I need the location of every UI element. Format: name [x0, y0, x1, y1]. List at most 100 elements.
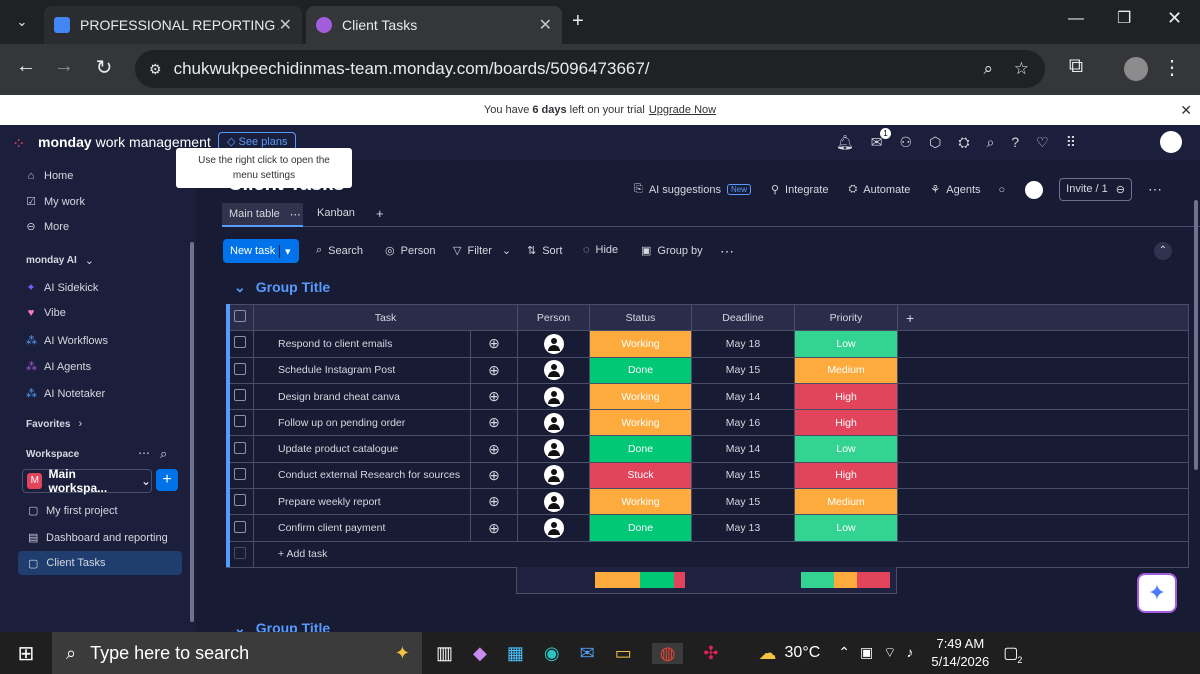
zoom-icon[interactable]: ⌕	[983, 59, 993, 79]
sidebar-item-vibe[interactable]: ♥ Vibe	[26, 307, 66, 319]
search-icon[interactable]: ⌕	[987, 134, 995, 151]
priority-cell[interactable]: Low	[794, 330, 898, 358]
sidebar-item-home[interactable]: ⌂ Home	[26, 170, 74, 182]
row-select-cell[interactable]	[226, 330, 254, 358]
group-header[interactable]: ⌄ Group Title	[234, 279, 330, 296]
person-cell[interactable]	[517, 330, 590, 358]
priority-cell[interactable]: Medium	[794, 356, 898, 384]
row-checkbox[interactable]	[234, 336, 246, 349]
back-icon[interactable]: ←	[12, 55, 40, 78]
deadline-cell[interactable]: May 15	[691, 461, 795, 490]
board-menu-icon[interactable]: ⋯	[1148, 181, 1162, 198]
status-cell[interactable]: Working	[589, 488, 692, 516]
priority-cell[interactable]: Low	[794, 435, 898, 463]
table-row[interactable]: Schedule Instagram Post ⊕ Done May 15 Medium	[226, 356, 1189, 384]
add-column-button[interactable]: +	[897, 303, 1189, 332]
add-task-input[interactable]: + Add task	[253, 540, 1189, 568]
bell-icon[interactable]: 🔔︎	[836, 134, 854, 151]
filter-button[interactable]: ▽ Filter ⌄	[453, 244, 511, 258]
automate-button[interactable]: Automate	[863, 184, 910, 196]
reload-icon[interactable]: ↻	[90, 55, 118, 80]
task-name[interactable]: Update product catalogue	[253, 435, 471, 463]
status-cell[interactable]: Done	[589, 356, 692, 384]
status-cell[interactable]: Done	[589, 514, 692, 542]
upgrade-link[interactable]: Upgrade Now	[649, 104, 716, 116]
integrate-button[interactable]: Integrate	[785, 184, 828, 196]
add-update-icon[interactable]: ⊕	[470, 514, 518, 542]
tab-docs[interactable]: PROFESSIONAL REPORTING AN ✕	[44, 6, 302, 44]
task-name[interactable]: Confirm client payment	[253, 514, 471, 542]
search-button[interactable]: ⌕ Search	[316, 244, 363, 257]
taskbar-search[interactable]: ⌕ Type here to search ✦	[52, 632, 422, 674]
add-update-icon[interactable]: ⊕	[470, 330, 518, 358]
task-name[interactable]: Conduct external Research for sources	[253, 461, 471, 490]
favorites-header[interactable]: Favorites ›	[26, 418, 82, 430]
column-deadline[interactable]: Deadline	[691, 303, 795, 332]
row-select-cell[interactable]	[226, 488, 254, 516]
status-cell[interactable]: Working	[589, 330, 692, 358]
table-row[interactable]: Conduct external Research for sources ⊕ St…	[226, 461, 1189, 490]
monday-ai-header[interactable]: monday AI ⌄	[26, 254, 94, 267]
minimize-button[interactable]: —	[1068, 10, 1084, 28]
deadline-cell[interactable]: May 18	[691, 330, 795, 358]
row-checkbox[interactable]	[234, 389, 246, 402]
add-update-icon[interactable]: ⊕	[470, 382, 518, 411]
person-cell[interactable]	[517, 409, 590, 437]
status-cell[interactable]: Stuck	[589, 461, 692, 490]
priority-cell[interactable]: Low	[794, 514, 898, 542]
tab-main-table[interactable]: Main table ⋯	[222, 203, 303, 227]
chevron-down-icon[interactable]: ▾	[279, 244, 291, 258]
chevron-up-icon[interactable]: ⌃	[838, 644, 850, 662]
workspace-selector[interactable]: M Main workspa... ⌄	[22, 467, 152, 495]
windows-start-icon[interactable]: ⊞	[0, 641, 52, 666]
row-checkbox[interactable]	[234, 362, 246, 375]
agents-button[interactable]: Agents	[946, 184, 980, 196]
edge-icon[interactable]: ◉	[544, 643, 560, 664]
restore-button[interactable]: ❐	[1117, 8, 1131, 28]
column-status[interactable]: Status	[589, 303, 692, 332]
forward-icon[interactable]: →	[50, 55, 78, 78]
task-name[interactable]: Design brand cheat canva	[253, 382, 471, 411]
user-avatar[interactable]	[1160, 131, 1182, 153]
sidebar-item-ai-agents[interactable]: ⁂ AI Agents	[26, 360, 91, 374]
task-view-icon[interactable]: ▥	[436, 643, 453, 664]
url-bar[interactable]: ⚙ chukwukpeechidinmas-team.monday.com/bo…	[135, 50, 1045, 88]
person-cell[interactable]	[517, 514, 590, 542]
file-explorer-icon[interactable]: ▭	[615, 643, 632, 664]
table-row[interactable]: Update product catalogue ⊕ Done May 14 Low	[226, 435, 1189, 463]
workspace-search-icon[interactable]: ⌕	[160, 446, 167, 462]
add-update-icon[interactable]: ⊕	[470, 461, 518, 490]
row-checkbox[interactable]	[234, 467, 246, 480]
extensions-icon[interactable]: ⧉	[1062, 55, 1090, 78]
row-select-cell[interactable]	[226, 356, 254, 384]
close-window-button[interactable]: ✕	[1167, 8, 1182, 29]
person-cell[interactable]	[517, 382, 590, 411]
row-select-cell[interactable]	[226, 382, 254, 411]
tab-menu-icon[interactable]: ⋯	[290, 208, 301, 221]
row-checkbox[interactable]	[234, 415, 246, 428]
task-name[interactable]: Prepare weekly report	[253, 488, 471, 516]
status-cell[interactable]: Working	[589, 382, 692, 411]
table-row[interactable]: Follow up on pending order ⊕ Working May 16…	[226, 409, 1189, 437]
deadline-cell[interactable]: May 14	[691, 382, 795, 411]
select-all-cell[interactable]	[226, 303, 254, 332]
deadline-cell[interactable]: May 13	[691, 514, 795, 542]
slack-icon[interactable]: ✣	[703, 643, 718, 664]
task-name[interactable]: Schedule Instagram Post	[253, 356, 471, 384]
site-settings-icon[interactable]: ⚙	[149, 61, 162, 78]
tab-list-button[interactable]: ⌄	[10, 10, 34, 34]
status-cell[interactable]: Working	[589, 409, 692, 437]
add-view-button[interactable]: +	[376, 206, 384, 221]
status-cell[interactable]: Done	[589, 435, 692, 463]
owner-avatar[interactable]	[1025, 180, 1044, 199]
row-select-cell[interactable]	[226, 435, 254, 463]
chat-icon[interactable]: ○	[999, 184, 1006, 196]
notifications-icon[interactable]: ▢ 2	[1003, 643, 1022, 665]
tab-kanban[interactable]: Kanban	[317, 207, 355, 219]
weather-icon[interactable]: ☁	[759, 643, 777, 664]
row-select-cell[interactable]	[226, 514, 254, 542]
chevron-down-icon[interactable]: ⌄	[234, 279, 246, 296]
person-cell[interactable]	[517, 435, 590, 463]
table-row[interactable]: Prepare weekly report ⊕ Working May 15 Mediu…	[226, 488, 1189, 516]
copilot-icon[interactable]: ◆	[473, 643, 487, 664]
